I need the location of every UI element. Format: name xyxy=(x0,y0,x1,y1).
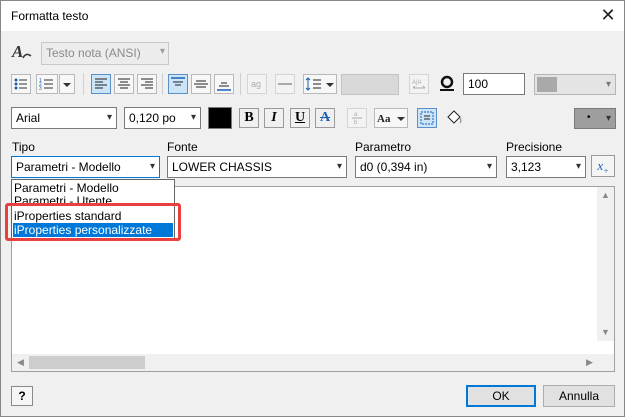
svg-text:b: b xyxy=(354,120,358,126)
scroll-right-icon[interactable]: ▶ xyxy=(581,354,598,371)
svg-text:A|A: A|A xyxy=(412,80,422,86)
source-select[interactable]: LOWER CHASSIS ▾ xyxy=(167,156,347,178)
align-right-button[interactable] xyxy=(137,74,157,94)
toolbar-separator xyxy=(83,73,84,95)
svg-text:Aa: Aa xyxy=(377,113,391,125)
width-factor-icon xyxy=(437,74,457,94)
background-fill-icon[interactable] xyxy=(443,108,465,128)
font-value: Arial xyxy=(16,111,41,125)
width-factor-input[interactable]: 100 xyxy=(463,73,525,95)
type-select[interactable]: Parametri - Modello ▾ xyxy=(11,156,160,178)
highlight-frame xyxy=(5,203,181,241)
bullet-list-button[interactable] xyxy=(11,74,31,94)
stack-text-icon[interactable]: ag xyxy=(247,74,267,94)
source-label: Fonte xyxy=(167,140,198,154)
italic-button[interactable]: I xyxy=(264,108,284,128)
precision-value: 3,123 xyxy=(511,160,542,174)
precision-label: Precisione xyxy=(506,140,563,154)
chevron-down-icon: ▾ xyxy=(149,161,155,172)
chevron-down-icon: ▾ xyxy=(605,113,611,124)
text-style-value: Testo nota (ANSI) xyxy=(46,46,141,60)
horizontal-scrollbar[interactable]: ◀ ▶ xyxy=(12,354,598,371)
svg-text:ag: ag xyxy=(251,79,261,89)
character-spacing-icon[interactable]: A|A xyxy=(409,74,429,94)
chevron-down-icon: ▾ xyxy=(605,79,611,90)
precision-select[interactable]: 3,123 ▾ xyxy=(506,156,586,178)
scroll-left-icon[interactable]: ◀ xyxy=(12,354,29,371)
list-options-dropdown[interactable] xyxy=(59,74,75,94)
type-label: Tipo xyxy=(12,140,35,154)
chevron-down-icon: ▾ xyxy=(188,112,196,123)
dot-icon: • xyxy=(587,112,591,123)
change-case-dropdown[interactable]: Aa xyxy=(374,108,408,128)
parameter-value: d0 (0,394 in) xyxy=(360,160,428,174)
paragraph-style-combo[interactable]: ▾ xyxy=(534,74,616,95)
help-button[interactable]: ? xyxy=(11,386,33,406)
font-select[interactable]: Arial ▾ xyxy=(11,107,117,129)
format-text-dialog: Formatta testo ✕ A Testo nota (ANSI) ▾ 1… xyxy=(0,0,625,417)
text-style-select: Testo nota (ANSI) ▾ xyxy=(41,42,169,65)
scroll-down-icon[interactable]: ▼ xyxy=(597,324,614,341)
align-middle-button[interactable] xyxy=(191,74,211,94)
line-spacing-value-field[interactable] xyxy=(341,74,399,95)
chevron-down-icon: ▾ xyxy=(159,46,165,57)
align-center-button[interactable] xyxy=(114,74,134,94)
align-top-button[interactable] xyxy=(168,74,188,94)
parameter-select[interactable]: d0 (0,394 in) ▾ xyxy=(355,156,497,178)
line-spacing-dropdown[interactable] xyxy=(303,74,337,94)
insert-parameter-icon: x+ xyxy=(597,158,609,176)
strikethrough-button[interactable]: A xyxy=(315,108,335,128)
title-bar: Formatta testo ✕ xyxy=(1,1,624,31)
text-frame-button[interactable] xyxy=(417,108,437,128)
font-size-select[interactable]: 0,120 po ▾ xyxy=(124,107,201,129)
underline-button[interactable]: U xyxy=(290,108,310,128)
toolbar-separator xyxy=(162,73,163,95)
toolbar-separator xyxy=(240,73,241,95)
fraction-icon[interactable]: ab xyxy=(347,108,367,128)
parameter-label: Parametro xyxy=(355,140,412,154)
text-color-swatch[interactable] xyxy=(208,107,232,129)
insert-parameter-button[interactable]: x+ xyxy=(591,155,615,177)
scroll-thumb[interactable] xyxy=(29,356,145,369)
dropdown-option-model-params[interactable]: Parametri - Modello xyxy=(13,181,173,195)
source-value: LOWER CHASSIS xyxy=(172,160,273,174)
line-spacing-bar-icon[interactable] xyxy=(275,74,295,94)
svg-text:a: a xyxy=(354,112,358,118)
scrollbar-corner xyxy=(597,354,614,371)
align-left-button[interactable] xyxy=(91,74,111,94)
svg-text:A: A xyxy=(11,42,23,61)
fill-color-combo[interactable]: • ▾ xyxy=(574,108,616,129)
chevron-down-icon: ▾ xyxy=(575,161,581,172)
align-bottom-button[interactable] xyxy=(214,74,234,94)
bold-button[interactable]: B xyxy=(239,108,259,128)
vertical-scrollbar[interactable]: ▲ ▼ xyxy=(597,187,614,341)
svg-text:3: 3 xyxy=(39,86,42,92)
window-title: Formatta testo xyxy=(11,9,89,23)
chevron-down-icon: ▾ xyxy=(336,161,342,172)
width-factor-value: 100 xyxy=(468,77,489,91)
cancel-button[interactable]: Annulla xyxy=(543,385,615,407)
help-icon: ? xyxy=(18,389,26,403)
close-icon[interactable]: ✕ xyxy=(592,1,624,31)
chevron-down-icon: ▾ xyxy=(486,161,492,172)
chevron-down-icon: ▾ xyxy=(106,112,112,123)
numbered-list-button[interactable]: 123 xyxy=(36,74,58,94)
type-value: Parametri - Modello xyxy=(16,160,121,174)
scroll-up-icon[interactable]: ▲ xyxy=(597,187,614,204)
ok-button[interactable]: OK xyxy=(466,385,536,407)
font-size-value: 0,120 po xyxy=(129,111,176,125)
text-style-icon: A xyxy=(11,41,33,63)
